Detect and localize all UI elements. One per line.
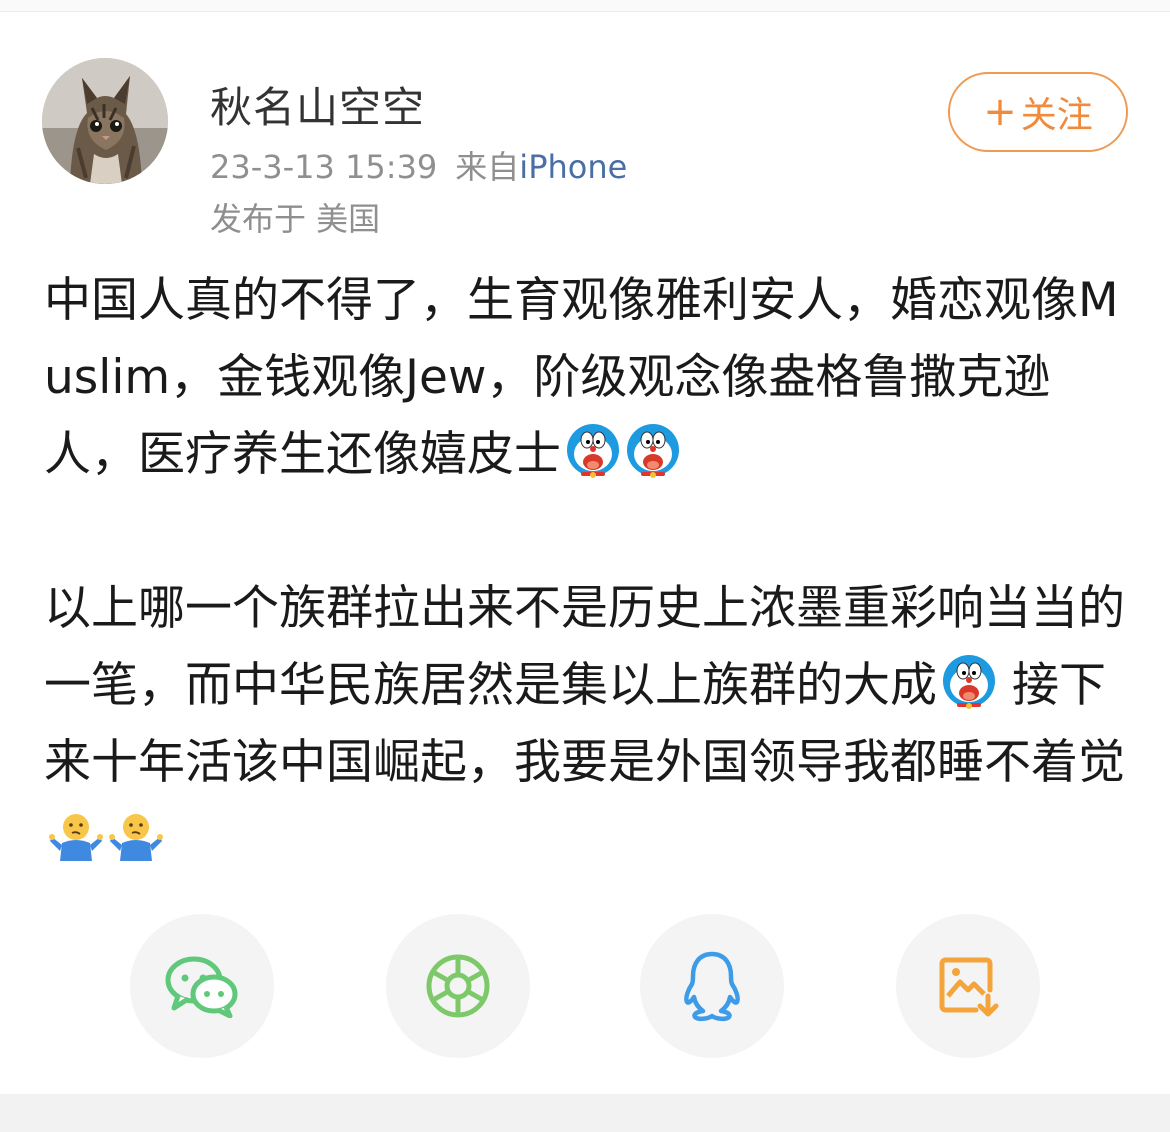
post-paragraph-2: 以上哪一个族群拉出来不是历史上浓墨重彩响当当的一笔，而中华民族居然是集以上族群的… xyxy=(44,570,1134,878)
share-qq-button[interactable] xyxy=(640,914,784,1058)
doraemon-emoji xyxy=(567,424,619,478)
post-paragraph-1: 中国人真的不得了，生育观像雅利安人，婚恋观像Muslim，金钱观像Jew，阶级观… xyxy=(44,262,1134,493)
top-divider xyxy=(0,0,1170,12)
follow-label: 关注 xyxy=(1020,95,1093,136)
save-image-icon xyxy=(939,957,999,1017)
doraemon-emoji xyxy=(943,655,995,709)
shrug-emoji xyxy=(109,814,163,861)
shrug-emoji xyxy=(49,814,103,861)
post-meta: 23-3-13 15:39 来自iPhone xyxy=(210,142,627,188)
moments-icon xyxy=(426,954,490,1018)
source-link[interactable]: iPhone xyxy=(519,148,627,186)
username[interactable]: 秋名山空空 xyxy=(210,74,425,135)
timestamp: 23-3-13 15:39 xyxy=(210,148,438,186)
doraemon-emoji xyxy=(627,424,679,478)
post-detail-page: 秋名山空空 23-3-13 15:39 来自iPhone 发布于 美国 + 关注 … xyxy=(0,0,1170,1132)
share-wechat-button[interactable] xyxy=(130,914,274,1058)
cat-avatar-image xyxy=(42,58,168,184)
source-prefix: 来自 xyxy=(455,148,520,186)
post-location: 发布于 美国 xyxy=(210,200,381,238)
qq-icon xyxy=(684,951,740,1022)
follow-button[interactable]: + 关注 xyxy=(948,72,1128,152)
bottom-bar xyxy=(0,1094,1170,1132)
avatar[interactable] xyxy=(42,58,168,184)
share-moments-button[interactable] xyxy=(386,914,530,1058)
plus-icon: + xyxy=(983,89,1017,135)
save-image-button[interactable] xyxy=(896,914,1040,1058)
wechat-icon xyxy=(165,956,238,1018)
